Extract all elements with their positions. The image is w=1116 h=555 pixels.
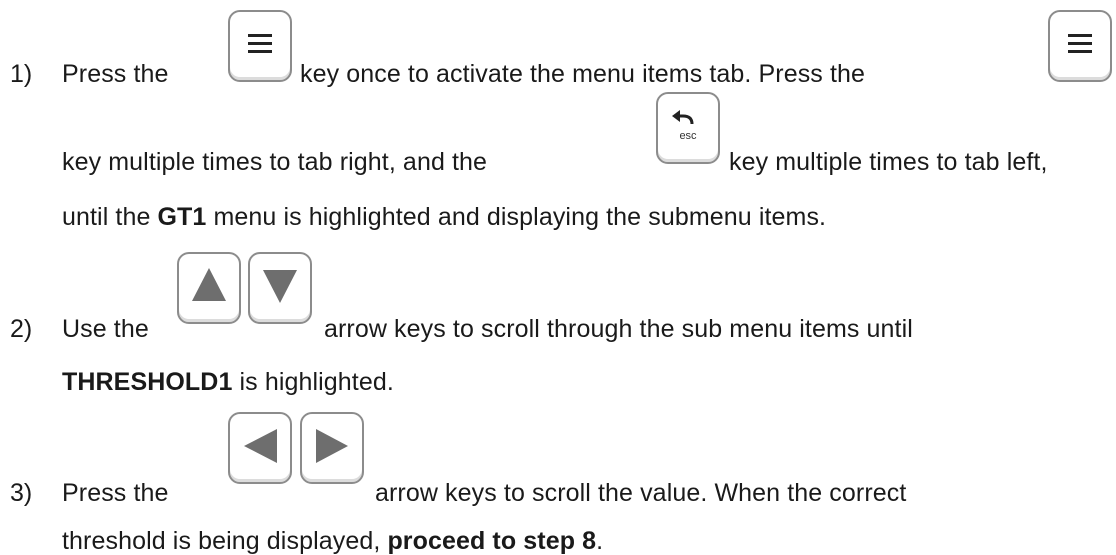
step-3-text-b: arrow keys to scroll the value. When the… (375, 479, 907, 507)
step-2-line2: THRESHOLD1 is highlighted. (62, 368, 394, 396)
step-2-number: 2) (10, 315, 33, 343)
menu-key-icon (228, 10, 292, 82)
gt1-bold: GT1 (157, 203, 207, 231)
step-1-text-b: key once to activate the menu items tab.… (300, 60, 866, 88)
down-arrow-key-icon (248, 252, 312, 324)
step-1-line2-b: key multiple times to tab left, (729, 148, 1048, 176)
esc-key-label: esc (679, 130, 697, 142)
up-arrow-key-icon (177, 252, 241, 324)
esc-key-icon: esc (656, 92, 720, 164)
proceed-step-8-bold: proceed to step 8 (387, 527, 597, 555)
step-1-number: 1) (10, 60, 33, 88)
menu-key-icon (1048, 10, 1112, 82)
threshold1-bold: THRESHOLD1 (62, 368, 233, 396)
step-2-text-b: arrow keys to scroll through the sub men… (324, 315, 913, 343)
step-3-number: 3) (10, 479, 33, 507)
left-arrow-key-icon (228, 412, 292, 484)
step-3-line2: threshold is being displayed, proceed to… (62, 527, 604, 555)
step-1-line3: until the GT1 menu is highlighted and di… (62, 203, 827, 231)
step-2-text-a: Use the (62, 315, 149, 343)
step-3-text-a: Press the (62, 479, 169, 507)
step-1-line2-a: key multiple times to tab right, and the (62, 148, 488, 176)
right-arrow-key-icon (300, 412, 364, 484)
step-1-text-a: Press the (62, 60, 169, 88)
